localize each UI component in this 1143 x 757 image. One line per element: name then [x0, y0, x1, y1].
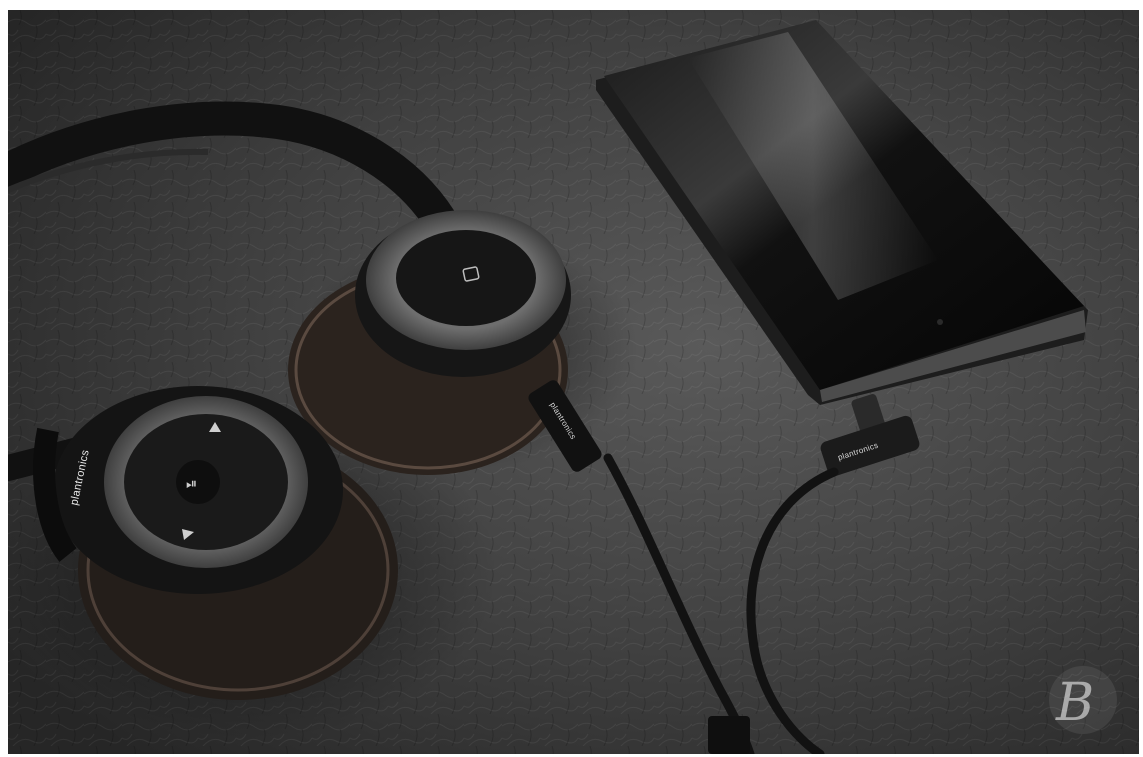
play-pause-button	[176, 460, 220, 504]
photo: plantronics plantronics ⏯ plantronics B	[8, 10, 1139, 754]
cable-end	[708, 716, 750, 754]
play-pause-icon: ⏯	[186, 476, 197, 492]
photo-canvas: plantronics plantronics ⏯ plantronics B	[8, 10, 1139, 754]
watermark-logo: B	[1055, 673, 1094, 733]
phone-sensor	[937, 319, 943, 325]
cup-button-right	[396, 230, 536, 326]
